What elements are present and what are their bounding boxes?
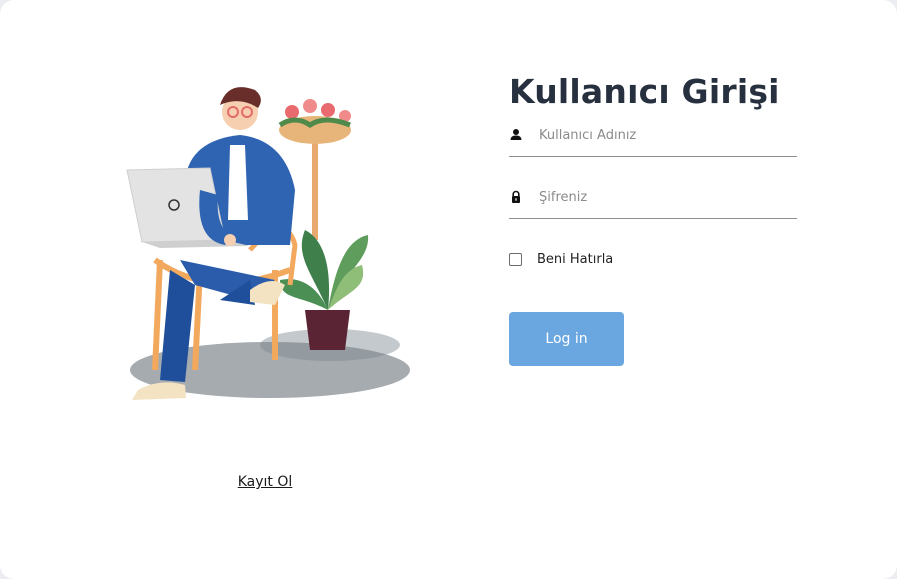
person-with-laptop-illustration <box>126 87 410 400</box>
signup-link[interactable]: Kayıt Ol <box>0 474 530 490</box>
remember-me-checkbox[interactable] <box>509 252 522 266</box>
lock-icon <box>512 190 520 203</box>
remember-me: Beni Hatırla <box>509 249 797 269</box>
remember-me-label[interactable]: Beni Hatırla <box>537 252 613 267</box>
login-card: Kayıt Ol Kullanıcı Girişi Beni Hatırla L… <box>0 0 897 579</box>
page-title: Kullanıcı Girişi <box>509 72 780 111</box>
username-input[interactable] <box>539 122 789 148</box>
login-form: Kullanıcı Girişi Beni Hatırla Log in <box>509 70 797 366</box>
password-field <box>509 178 797 219</box>
username-field <box>509 116 797 157</box>
person-icon <box>510 129 522 140</box>
password-input[interactable] <box>539 184 789 210</box>
login-button[interactable]: Log in <box>509 312 624 366</box>
